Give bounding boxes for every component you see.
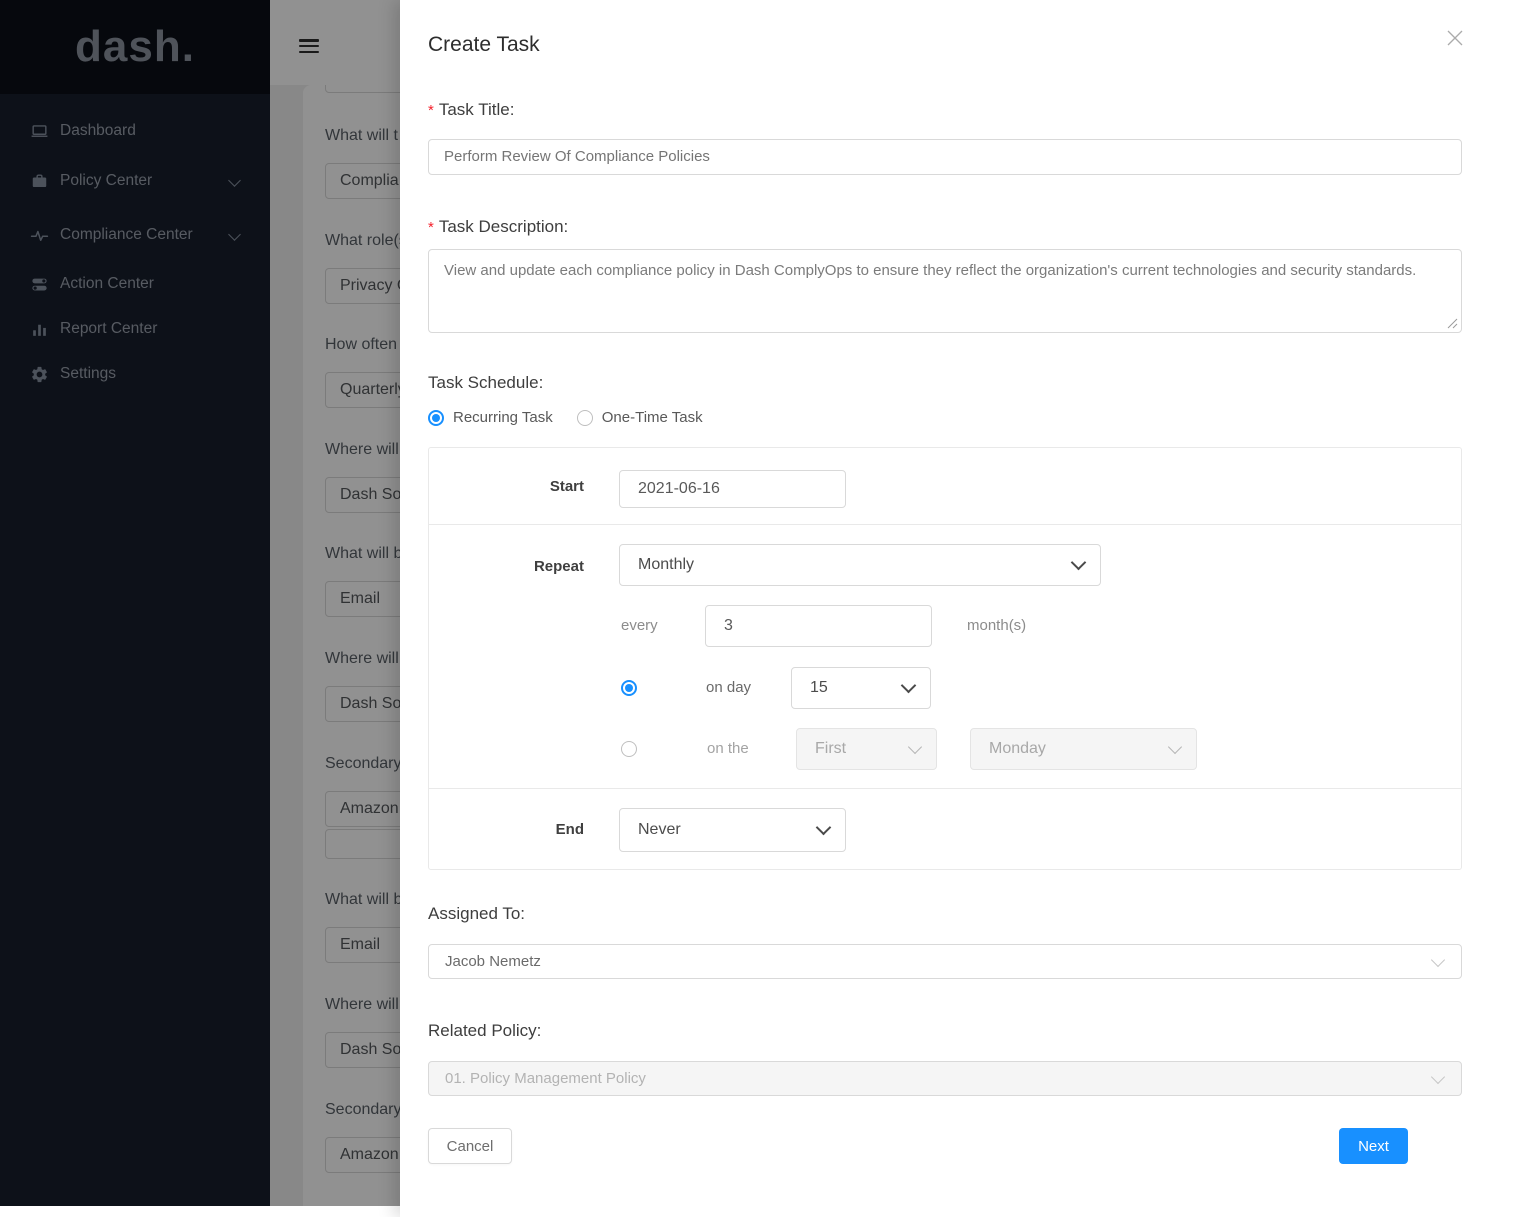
required-mark: * — [428, 102, 434, 119]
months-unit-label: month(s) — [967, 605, 1026, 647]
one-time-task-label: One-Time Task — [602, 409, 703, 426]
on-the-label: on the — [707, 728, 749, 770]
task-schedule-label: Task Schedule: — [428, 373, 543, 393]
task-title-label: *Task Title: — [428, 100, 514, 120]
chevron-down-icon — [1168, 739, 1182, 753]
schedule-type-radio-group: Recurring Task One-Time Task — [428, 409, 727, 426]
resize-handle-icon[interactable] — [1447, 318, 1458, 329]
end-label: End — [429, 821, 584, 838]
schedule-box: Start 2021-06-16 Repeat Monthly every 3 … — [428, 447, 1462, 870]
end-select[interactable]: Never — [619, 808, 846, 852]
cancel-button[interactable]: Cancel — [428, 1128, 512, 1164]
drawer-title: Create Task — [428, 33, 540, 57]
chevron-down-icon — [1431, 1069, 1445, 1083]
required-mark: * — [428, 219, 434, 236]
start-date-input[interactable]: 2021-06-16 — [619, 470, 846, 508]
recurring-task-label: Recurring Task — [453, 409, 553, 426]
every-value-input[interactable]: 3 — [705, 605, 932, 647]
on-the-radio[interactable] — [621, 741, 637, 757]
on-day-label: on day — [706, 667, 751, 709]
on-day-select[interactable]: 15 — [791, 667, 931, 709]
weekday-select[interactable]: Monday — [970, 728, 1197, 770]
chevron-down-icon — [1071, 555, 1087, 571]
next-button[interactable]: Next — [1339, 1128, 1408, 1164]
assigned-to-label: Assigned To: — [428, 904, 525, 924]
task-description-textarea[interactable]: View and update each compliance policy i… — [428, 249, 1462, 333]
recurring-task-radio[interactable] — [428, 410, 444, 426]
on-day-radio[interactable] — [621, 680, 637, 696]
repeat-label: Repeat — [429, 558, 584, 575]
task-description-label: *Task Description: — [428, 217, 568, 237]
close-icon[interactable] — [1446, 29, 1464, 47]
divider — [429, 524, 1461, 525]
repeat-select[interactable]: Monthly — [619, 544, 1101, 586]
chevron-down-icon — [901, 678, 917, 694]
chevron-down-icon — [908, 739, 922, 753]
start-label: Start — [429, 478, 584, 495]
divider — [429, 788, 1461, 789]
every-label: every — [621, 605, 658, 647]
assigned-to-select[interactable]: Jacob Nemetz — [428, 944, 1462, 979]
task-title-input[interactable]: Perform Review Of Compliance Policies — [428, 139, 1462, 175]
chevron-down-icon — [1431, 952, 1445, 966]
screen: What will t Complia What role(s Privacy … — [0, 0, 1517, 1217]
chevron-down-icon — [816, 820, 832, 836]
related-policy-select: 01. Policy Management Policy — [428, 1061, 1462, 1096]
related-policy-label: Related Policy: — [428, 1021, 541, 1041]
one-time-task-radio[interactable] — [577, 410, 593, 426]
ordinal-select[interactable]: First — [796, 728, 937, 770]
create-task-drawer: Create Task *Task Title: Perform Review … — [400, 0, 1517, 1217]
